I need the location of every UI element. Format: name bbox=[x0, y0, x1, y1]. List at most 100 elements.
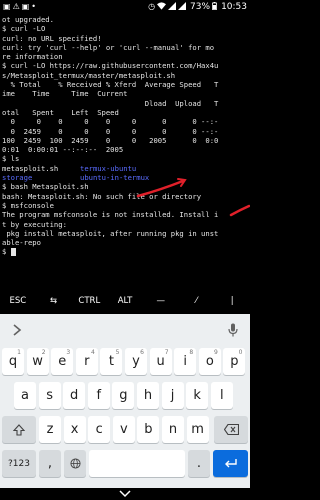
terminal-line-text: bash: Metasploit.sh: No such file or dir… bbox=[2, 191, 202, 201]
key-c[interactable]: c bbox=[88, 416, 111, 443]
key-s[interactable]: s bbox=[38, 382, 61, 409]
key-label: i bbox=[183, 354, 187, 369]
key-v[interactable]: v bbox=[112, 416, 135, 443]
key-f[interactable]: f bbox=[87, 382, 110, 409]
shift-key[interactable] bbox=[2, 416, 36, 443]
comma-label: , bbox=[47, 456, 53, 471]
key-label: s bbox=[46, 388, 53, 403]
key-number-hint: 5 bbox=[115, 349, 120, 356]
pipe-key[interactable]: | bbox=[214, 296, 250, 306]
key-label: k bbox=[193, 388, 201, 403]
space-key[interactable] bbox=[89, 450, 185, 477]
key-n[interactable]: n bbox=[162, 416, 184, 443]
key-a[interactable]: a bbox=[14, 382, 36, 409]
key-m[interactable]: m bbox=[186, 416, 209, 443]
terminal-line: 0 0 0 0 0 0 0 0 --:- bbox=[2, 117, 219, 127]
ctrl-key[interactable]: CTRL bbox=[71, 296, 107, 306]
symbols-key[interactable]: ?123 bbox=[2, 450, 36, 477]
key-b[interactable]: b bbox=[137, 416, 160, 443]
onscreen-keyboard: q1w2e3r4t5y6u7i8o9p0 asdfghjkl zxcvbnm ?… bbox=[0, 346, 250, 488]
key-x[interactable]: x bbox=[63, 416, 86, 443]
key-r[interactable]: r4 bbox=[75, 348, 98, 375]
key-g[interactable]: g bbox=[112, 382, 135, 409]
key-q[interactable]: q1 bbox=[2, 348, 24, 375]
file-entry: metasploit.sh bbox=[2, 163, 59, 173]
key-label: m bbox=[191, 422, 204, 437]
chevron-right-icon[interactable] bbox=[8, 321, 26, 339]
terminal-line: curl: no URL specified! bbox=[2, 33, 102, 43]
key-z[interactable]: z bbox=[39, 416, 61, 443]
key-p[interactable]: p0 bbox=[223, 348, 246, 375]
terminal-line-text: t by executing: bbox=[2, 219, 67, 229]
terminal-line: curl: try 'curl --help' or 'curl --manua… bbox=[2, 42, 215, 52]
terminal-line: 0 2459 0 0 0 0 0 0 --:- bbox=[2, 126, 219, 136]
key-l[interactable]: l bbox=[210, 382, 233, 409]
slash-key[interactable]: ⁄ bbox=[179, 296, 215, 306]
key-label: d bbox=[70, 388, 79, 403]
status-bar: ▣ ⚠ ▣ • ◷ 73% 10:53 bbox=[0, 0, 250, 14]
alt-key[interactable]: ALT bbox=[107, 296, 143, 306]
key-w[interactable]: w2 bbox=[26, 348, 49, 375]
key-e[interactable]: e3 bbox=[51, 348, 74, 375]
backspace-key[interactable] bbox=[214, 416, 248, 443]
key-t[interactable]: t5 bbox=[100, 348, 123, 375]
microphone-icon[interactable] bbox=[224, 321, 242, 339]
terminal-line: pkg install metasploit, after running pk… bbox=[2, 229, 248, 238]
terminal-line: The program msfconsole is not installed.… bbox=[2, 210, 248, 219]
terminal-line-text: $ bash Metasploit.sh bbox=[2, 182, 89, 192]
system-icons: ◷ 73% 10:53 bbox=[148, 2, 247, 12]
notification-dot-icon: • bbox=[31, 2, 37, 11]
key-label: t bbox=[108, 354, 114, 369]
dash-key[interactable]: — bbox=[143, 296, 179, 306]
key-label: p bbox=[230, 354, 239, 369]
image-icon: ▣ bbox=[3, 2, 11, 11]
language-key[interactable] bbox=[64, 450, 86, 477]
key-y[interactable]: y6 bbox=[125, 348, 147, 375]
terminal-line: otal Spent Left Speed bbox=[2, 107, 119, 117]
key-label: j bbox=[170, 388, 175, 403]
terminal-line: Dload Upload T bbox=[2, 98, 219, 108]
key-label: z bbox=[46, 422, 54, 437]
key-label: r bbox=[84, 354, 90, 369]
esc-key[interactable]: ESC bbox=[0, 296, 36, 306]
terminal-line: $ msfconsole bbox=[2, 201, 248, 210]
key-number-hint: 1 bbox=[17, 349, 21, 356]
terminal-line: $ bash Metasploit.sh bbox=[2, 182, 248, 191]
navigation-bar bbox=[0, 488, 250, 500]
terminal-line: $ curl -LO bbox=[2, 24, 46, 34]
keyboard-suggestion-strip bbox=[0, 314, 250, 346]
terminal-line: able-repo bbox=[2, 238, 248, 247]
enter-key[interactable] bbox=[213, 450, 248, 477]
tab-key[interactable]: ⇆ bbox=[36, 296, 72, 306]
key-number-hint: 4 bbox=[90, 349, 95, 356]
terminal-line: 0:01 0:00:01 --:--:-- 2005 bbox=[2, 145, 124, 155]
chevron-down-icon[interactable] bbox=[118, 489, 132, 498]
key-label: f bbox=[96, 388, 102, 403]
terminal-line: % Total % Received % Xferd Average Speed… bbox=[2, 80, 219, 90]
key-j[interactable]: j bbox=[161, 382, 184, 409]
key-label: v bbox=[119, 422, 128, 437]
clock: 10:53 bbox=[221, 2, 247, 12]
key-number-hint: 6 bbox=[140, 349, 144, 356]
key-o[interactable]: o9 bbox=[198, 348, 221, 375]
key-label: q bbox=[8, 354, 18, 369]
terminal-line: s/Metasploit_termux/master/metasploit.sh bbox=[2, 70, 176, 80]
comma-key[interactable]: , bbox=[39, 450, 61, 477]
key-d[interactable]: d bbox=[63, 382, 86, 409]
key-label: l bbox=[219, 388, 224, 403]
ls-output-row: storage ubuntu-in-termux bbox=[2, 173, 248, 182]
key-label: u bbox=[156, 354, 165, 369]
key-label: a bbox=[21, 388, 29, 403]
key-label: c bbox=[95, 422, 103, 437]
key-i[interactable]: i8 bbox=[174, 348, 197, 375]
key-u[interactable]: u7 bbox=[149, 348, 172, 375]
terminal-line: bash: Metasploit.sh: No such file or dir… bbox=[2, 192, 248, 201]
extra-keys-bar: ESC ⇆ CTRL ALT — ⁄ | bbox=[0, 288, 250, 314]
period-key[interactable]: . bbox=[188, 450, 210, 477]
key-k[interactable]: k bbox=[186, 382, 209, 409]
key-h[interactable]: h bbox=[137, 382, 159, 409]
terminal-output[interactable]: ot upgraded. $ curl -LO curl: no URL speci… bbox=[0, 14, 250, 288]
key-label: g bbox=[119, 388, 128, 403]
key-label: n bbox=[168, 422, 178, 437]
terminal-line: t by executing: bbox=[2, 220, 248, 229]
